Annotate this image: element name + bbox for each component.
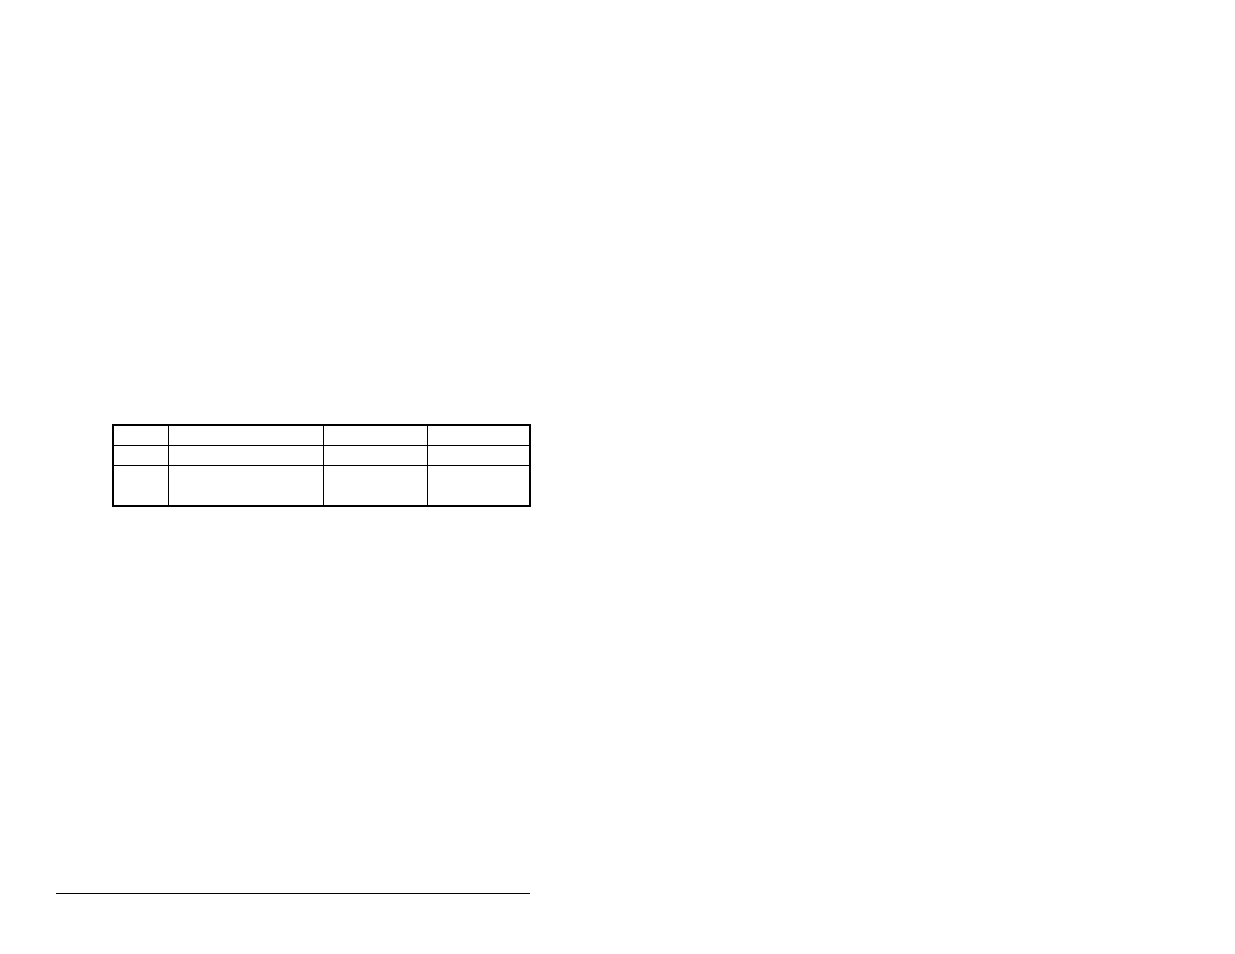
- page: [0, 0, 1235, 954]
- table-cell: [323, 445, 427, 465]
- table-cell: [113, 445, 168, 465]
- table-row: [113, 465, 530, 506]
- table-cell: [323, 465, 427, 506]
- table-cell: [427, 425, 530, 445]
- table-row: [113, 425, 530, 445]
- table-cell: [427, 445, 530, 465]
- table-cell: [427, 465, 530, 506]
- table-cell: [168, 465, 323, 506]
- table-cell: [168, 425, 323, 445]
- data-table: [112, 424, 531, 507]
- horizontal-rule: [56, 893, 530, 894]
- table-cell: [113, 465, 168, 506]
- table-cell: [323, 425, 427, 445]
- table-cell: [168, 445, 323, 465]
- table-row: [113, 445, 530, 465]
- table-cell: [113, 425, 168, 445]
